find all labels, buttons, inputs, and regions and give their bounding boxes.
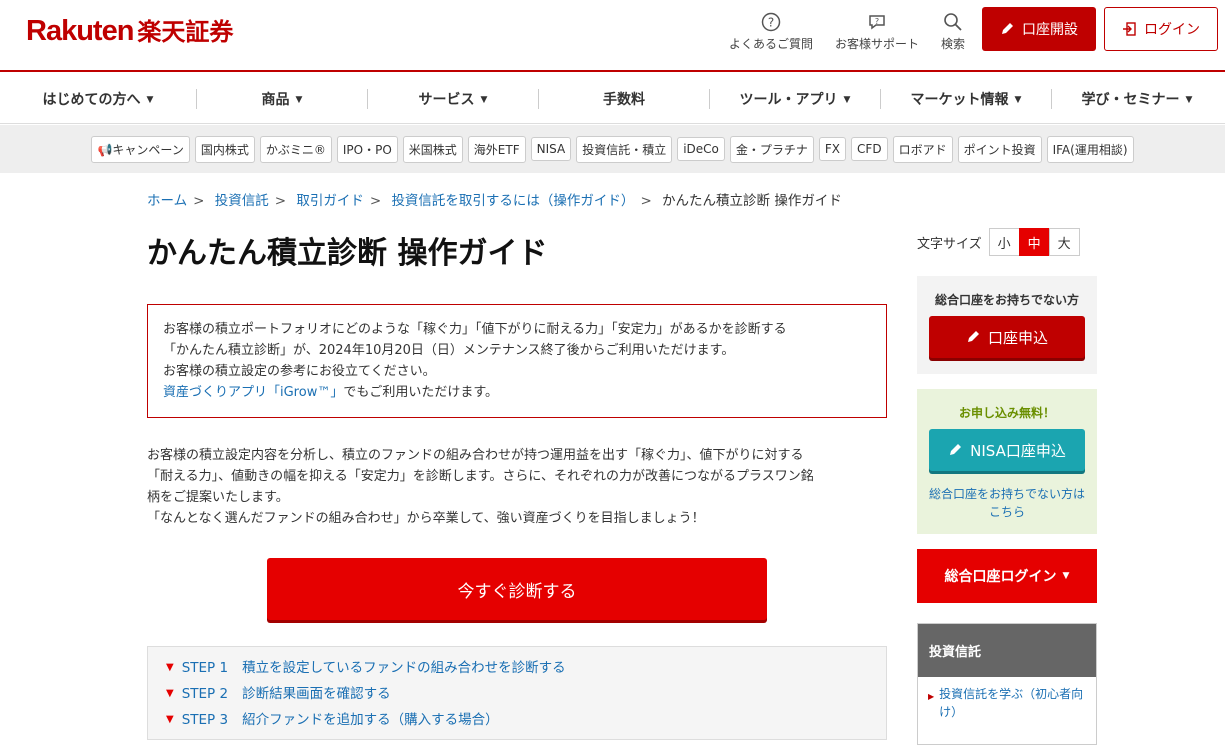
megaphone-icon: 📢 [97,142,113,157]
tag-gold[interactable]: 金・プラチナ [729,135,814,163]
faq-label: よくあるご質問 [729,37,814,51]
tag-kabumini[interactable]: かぶミニ® [259,135,332,163]
font-size-small[interactable]: 小 [988,228,1020,256]
tag-us-stock[interactable]: 米国株式 [402,135,463,163]
account-apply-button[interactable]: 口座申込 [929,316,1085,358]
font-size-switcher: 文字サイズ 小 中 大 [917,228,1080,256]
account-login-button[interactable]: 総合口座ログイン ▼ [917,549,1097,603]
open-account-button[interactable]: 口座開設 [982,7,1096,51]
free-apply-title: お申し込み無料！ [958,406,1055,420]
font-size-medium[interactable]: 中 [1018,228,1050,256]
breadcrumb-guide[interactable]: 取引ガイド [296,193,364,209]
pencil-icon [1000,22,1014,36]
svg-text:?: ? [768,16,774,30]
notice-line: お客様の積立設定の参考にお役立てください。 [163,364,436,379]
triangle-down-icon: ▼ [166,688,174,699]
tag-cfd[interactable]: CFD [851,137,888,161]
notice-line: 資産づくりアプリ「iGrow™」でもご利用いただけます。 [163,385,499,400]
search-label: 検索 [941,37,966,51]
step-link-1[interactable]: ▼ STEP 1 積立を設定しているファンドの組み合わせを診断する [166,655,886,681]
description-text: お客様の積立設定内容を分析し、積立のファンドの組み合わせが持つ運用益を出す「稼ぐ… [147,448,814,526]
side-menu-header: 投資信託 [918,624,1096,677]
nisa-apply-button[interactable]: NISA口座申込 [929,429,1085,471]
step-link-3[interactable]: ▼ STEP 3 紹介ファンドを追加する（購入する場合） [166,707,886,733]
nav-item-services[interactable]: サービス ▼ [368,89,538,109]
side-menu: 投資信託 ▶ 投資信託を学ぶ（初心者向け） [917,623,1097,745]
tag-ipo[interactable]: IPO・PO [336,135,398,163]
tag-funds[interactable]: 投資信託・積立 [576,135,673,163]
tag-ifa[interactable]: IFA(運用相談) [1046,135,1134,163]
login-icon [1122,22,1136,36]
step-link-2[interactable]: ▼ STEP 2 診断結果画面を確認する [166,681,886,707]
tag-roboadvisor[interactable]: ロボアド [892,135,953,163]
chevron-right-icon: ▶ [928,692,935,701]
tag-domestic-stock[interactable]: 国内株式 [194,135,255,163]
nav-item-products[interactable]: 商品 ▼ [197,89,367,109]
login-button[interactable]: ログイン [1104,7,1218,51]
font-size-label: 文字サイズ [917,236,982,252]
account-apply-title: 総合口座をお持ちでない方 [934,293,1079,307]
start-diagnosis-button[interactable]: 今すぐ診断する [267,558,767,620]
nav-item-beginners[interactable]: はじめての方へ ▼ [0,89,196,109]
igrow-app-link[interactable]: 資産づくりアプリ「iGrow™」 [163,385,343,400]
breadcrumb-current: かんたん積立診断 操作ガイド [662,193,842,209]
tag-ideco[interactable]: iDeCo [677,137,725,161]
nav-item-learning[interactable]: 学び・セミナー ▼ [1052,89,1222,109]
no-account-link[interactable]: 総合口座をお持ちでない方は こちら [929,485,1085,521]
side-menu-item[interactable]: ▶ 投資信託を学ぶ（初心者向け） [918,677,1096,721]
logo-text-en: Rakuten [26,15,134,47]
step-index: ▼ STEP 1 積立を設定しているファンドの組み合わせを診断する ▼ STEP 2診… [147,646,887,740]
account-apply-box: 総合口座をお持ちでない方 口座申込 [917,276,1097,374]
notice-line: お客様の積立ポートフォリオにどのような「稼ぐ力」「値下がりに耐える力」「安定力」… [163,322,787,337]
question-icon: ? [761,12,781,32]
global-nav: はじめての方へ ▼ 商品 ▼ サービス ▼ 手数料 ツール・アプリ ▼ マーケット情報 ▼… [0,74,1225,124]
search-icon [943,12,963,32]
logo-text-jp: 楽天証券 [137,18,234,46]
notice-line: 「かんたん積立診断」が、2024年10月20日（日）メンテナンス終了後からご利用… [163,343,735,358]
open-account-label: 口座開設 [1022,22,1078,38]
tag-foreign-etf[interactable]: 海外ETF [467,135,526,163]
triangle-down-icon: ▼ [166,714,174,725]
pencil-icon [966,330,980,344]
svg-text:?: ? [875,17,879,26]
nav-item-market[interactable]: マーケット情報 ▼ [881,89,1051,109]
support-chat-icon: ? [867,12,887,32]
faq-link[interactable]: ? よくあるご質問 [729,12,813,52]
breadcrumb-operation-guide[interactable]: 投資信託を取引するには（操作ガイド） [391,193,634,209]
nisa-apply-box: お申し込み無料！ NISA口座申込 総合口座をお持ちでない方は こちら [917,389,1097,534]
tag-fx[interactable]: FX [818,137,847,161]
breadcrumb-home[interactable]: ホーム [147,193,187,209]
tag-point-invest[interactable]: ポイント投資 [957,135,1042,163]
site-header: Rakuten 楽天証券 ? よくあるご質問 ? お客様サポート 検索 口座開設… [0,0,1225,72]
breadcrumb-funds[interactable]: 投資信託 [215,193,269,209]
search-link[interactable]: 検索 [941,12,965,52]
support-link[interactable]: ? お客様サポート [835,12,919,52]
breadcrumb: ホーム > 投資信託 > 取引ガイド > 投資信託を取引するには（操作ガイド） > かん… [147,193,842,209]
rakuten-logo[interactable]: Rakuten 楽天証券 [26,12,233,48]
category-tag-bar: 📢キャンペーン 国内株式 かぶミニ® IPO・PO 米国株式 海外ETF NIS… [0,125,1225,173]
nav-item-tools[interactable]: ツール・アプリ ▼ [710,89,880,109]
font-size-large[interactable]: 大 [1048,228,1080,256]
support-label: お客様サポート [835,37,920,51]
triangle-down-icon: ▼ [166,662,174,673]
notice-box: お客様の積立ポートフォリオにどのような「稼ぐ力」「値下がりに耐える力」「安定力」… [147,304,887,418]
login-label: ログイン [1144,22,1200,38]
tag-nisa[interactable]: NISA [530,137,572,161]
page-title: かんたん積立診断 操作ガイド [147,236,548,271]
pencil-icon [948,443,962,457]
nav-item-fees[interactable]: 手数料 [539,89,709,109]
tag-campaign[interactable]: 📢キャンペーン [91,135,190,163]
caret-down-icon: ▼ [1062,571,1070,581]
